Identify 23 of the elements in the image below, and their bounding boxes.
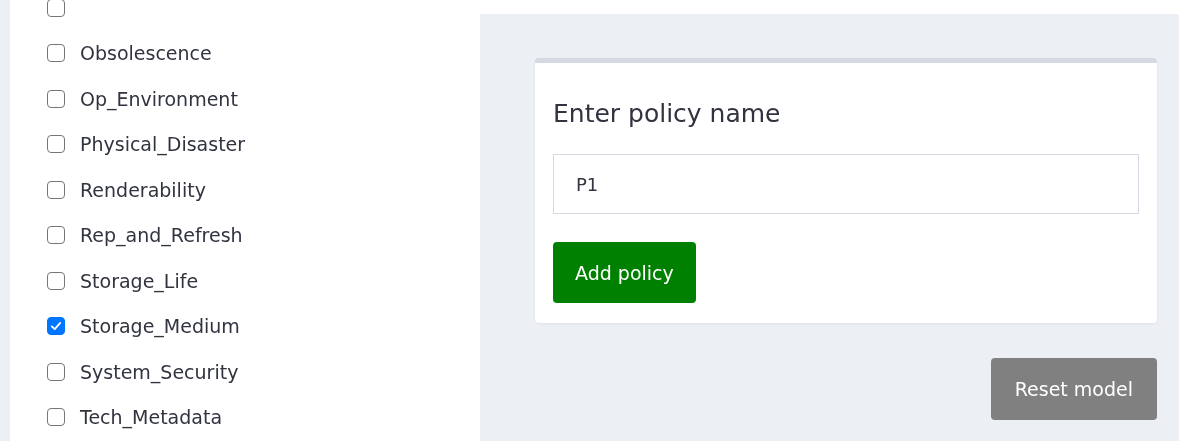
checkbox-label: Tech_Metadata [80, 406, 223, 429]
checkbox[interactable] [47, 226, 65, 245]
checkbox-label: Renderability [80, 178, 206, 201]
checkbox[interactable] [47, 317, 65, 336]
checkbox[interactable] [47, 135, 65, 154]
checkbox[interactable] [47, 271, 65, 290]
checkbox[interactable] [47, 44, 65, 63]
add-policy-button[interactable]: Add policy [553, 242, 696, 303]
checkbox-label: Storage_Life [80, 269, 199, 292]
card-heading: Enter policy name [553, 99, 781, 128]
checkbox[interactable] [47, 89, 65, 108]
checkbox[interactable] [47, 362, 65, 381]
checkbox-label: Storage_Medium [80, 315, 240, 338]
checkbox-label: Physical_Disaster [80, 133, 246, 156]
checkbox[interactable] [47, 0, 65, 17]
checkbox-label: Op_Environment [80, 87, 238, 110]
checkbox[interactable] [47, 408, 65, 427]
checkbox-label: Rep_and_Refresh [80, 224, 243, 247]
reset-model-button[interactable]: Reset model [990, 358, 1157, 420]
checkbox-label: System_Security [80, 360, 239, 383]
checkbox[interactable] [47, 180, 65, 199]
checkbox-label: Obsolescence [80, 42, 212, 65]
policy-name-field[interactable]: P1 [553, 154, 1139, 214]
